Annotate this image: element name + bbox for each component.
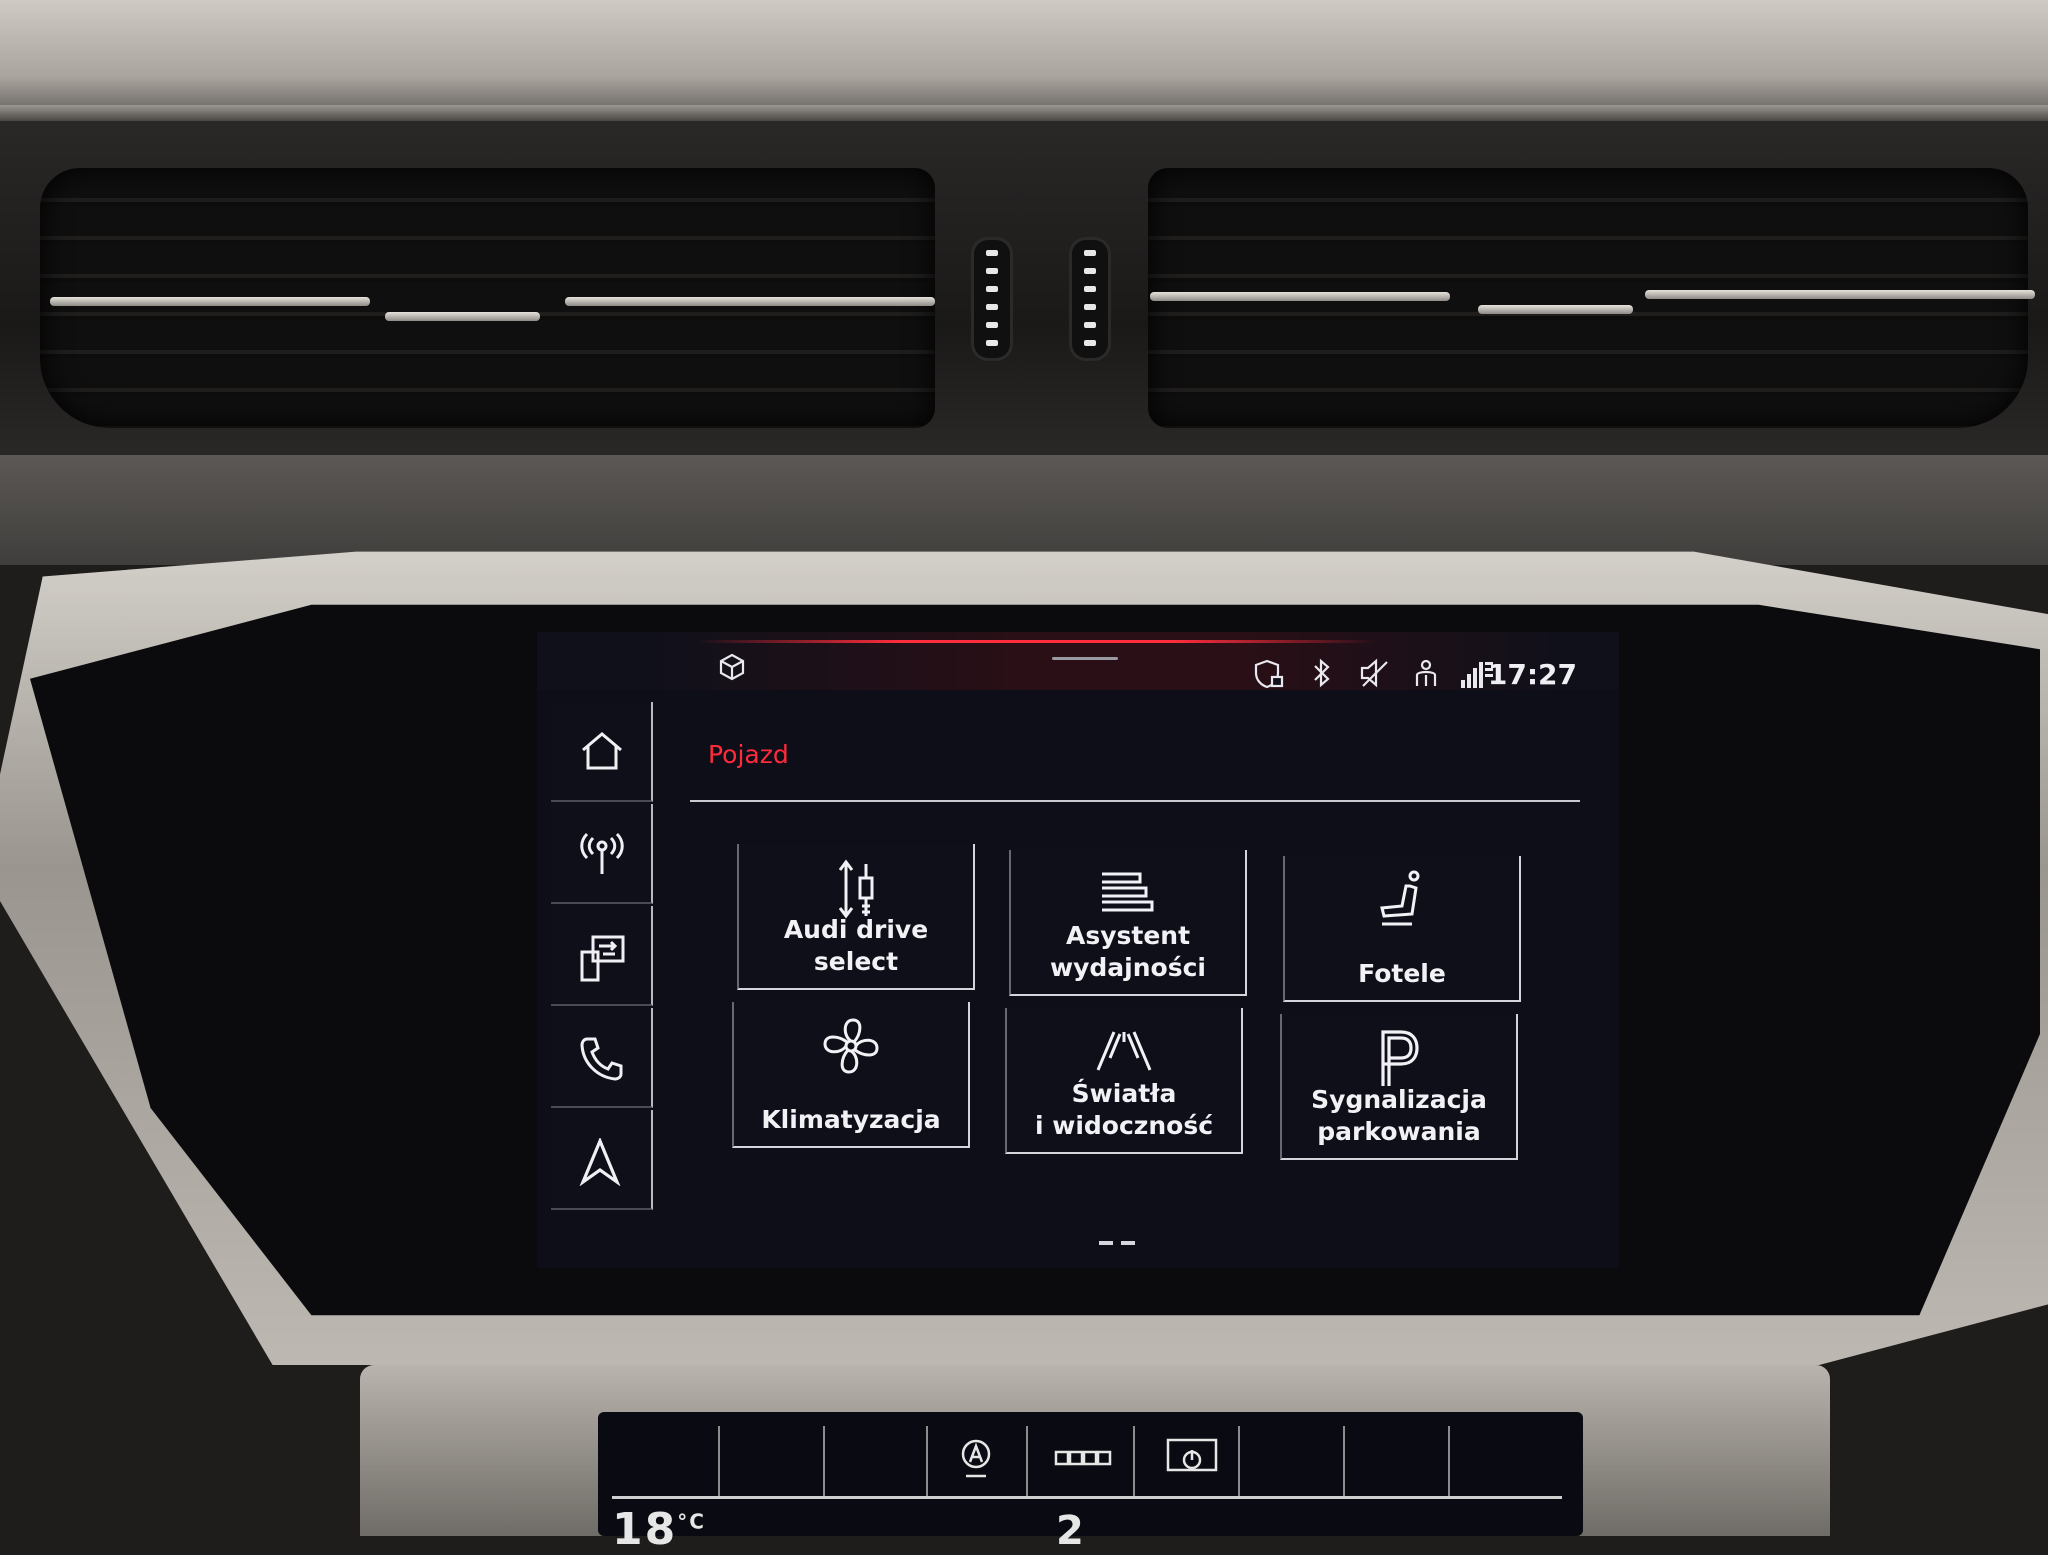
title-divider [690,800,1580,802]
mmi-screen: 17:27 Pojazd Audi drive select Asystent … [537,632,1619,1268]
radio-antenna-icon [580,832,624,874]
tile-label: Asystent wydajności [1050,921,1206,982]
fan-icon [823,1018,879,1074]
tile-parking[interactable]: Sygnalizacja parkowania [1280,1014,1518,1160]
tile-label: Audi drive select [783,915,929,976]
status-accent-line [697,640,1377,643]
seat-heating-icon[interactable] [1054,1442,1114,1477]
sidebar-item-navigation[interactable] [551,1110,653,1210]
tile-label: Fotele [1358,959,1446,988]
sidebar-item-phone[interactable] [551,1008,653,1108]
bluetooth-icon [1311,658,1333,693]
fan-level-readout[interactable]: 2 [1056,1508,1084,1554]
page-indicator [1099,1230,1143,1249]
mute-icon [1359,658,1391,693]
vent-dial-left[interactable] [974,240,1010,358]
tile-label: Światła i widoczność [1034,1079,1214,1140]
pulldown-handle[interactable] [1052,657,1118,660]
phone-handset-icon [580,1037,623,1081]
sidebar-item-media[interactable] [551,804,653,904]
seat-icon [1380,870,1420,926]
home-icon [582,732,622,770]
parking-p-icon [1381,1030,1419,1086]
tile-efficiency-assistant[interactable]: Asystent wydajności [1009,850,1247,996]
drive-select-icon [838,859,874,919]
app-cube-icon[interactable] [717,652,747,687]
dashboard-panel [0,455,2048,565]
climate-screen: 18°C 2 [598,1412,1583,1555]
temperature-value: 18 [612,1504,678,1555]
vent-blade [50,297,370,306]
power-icon[interactable] [1166,1438,1218,1486]
efficiency-stack-icon [1102,872,1154,912]
vent-blade [1645,290,2035,299]
page-title: Pojazd [708,740,789,769]
dashboard-top [0,0,2048,110]
page-dot [1099,1241,1113,1245]
vent-blade [385,312,540,321]
privacy-shield-icon [1253,658,1285,695]
sidebar [551,702,654,1212]
sidebar-item-smartphone[interactable] [551,906,653,1006]
tile-label: Sygnalizacja parkowania [1311,1085,1487,1146]
tile-label: Klimatyzacja [761,1105,941,1134]
vent-blade [1150,292,1450,301]
sidebar-item-home[interactable] [551,702,653,802]
climate-bar-underline [612,1496,1562,1499]
phone-interface-icon [580,935,625,982]
vent-dial-right[interactable] [1072,240,1108,358]
dashboard-trim [0,105,2048,121]
vent-blade [1478,305,1633,314]
navigation-arrow-icon [579,1138,621,1186]
auto-off-icon[interactable] [956,1438,996,1490]
tile-seats[interactable]: Fotele [1283,856,1521,1002]
road-lights-icon [1096,1031,1152,1071]
tile-climate[interactable]: Klimatyzacja [732,1002,970,1148]
temperature-unit: °C [677,1509,706,1534]
vent-blade [565,297,935,306]
tile-audi-drive-select[interactable]: Audi drive select [737,844,975,990]
status-bar: 17:27 [537,632,1619,693]
clock: 17:27 [1487,658,1577,691]
passenger-icon [1411,658,1441,693]
page-dot [1121,1241,1135,1245]
tile-lights-visibility[interactable]: Światła i widoczność [1005,1008,1243,1154]
temperature-readout[interactable]: 18°C [612,1504,706,1555]
